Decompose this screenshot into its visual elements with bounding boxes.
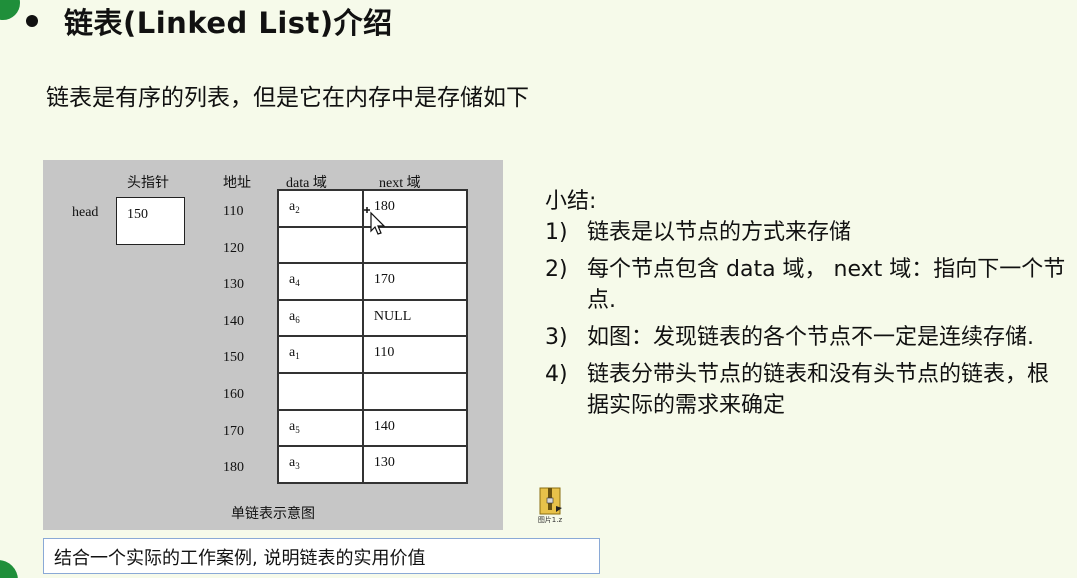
note-box: 结合一个实际的工作案例, 说明链表的实用价值	[43, 538, 600, 574]
memory-row	[277, 371, 469, 411]
summary-item-number: 2)	[545, 257, 568, 282]
head-pointer-box: 150	[116, 197, 185, 245]
summary-item: 1) 链表是以节点的方式来存储	[545, 217, 1070, 248]
summary-item-number: 4)	[545, 362, 568, 387]
data-cell: a1	[277, 335, 364, 374]
data-subscript: 3	[295, 461, 300, 472]
file-label[interactable]: 图片1.z	[530, 515, 570, 525]
memory-row: a5 140	[277, 408, 469, 448]
address-label-item: 150	[223, 350, 244, 366]
next-cell: 110	[361, 335, 469, 374]
data-cell: a6	[277, 298, 364, 338]
head-value: 150	[127, 207, 148, 222]
summary-item-number: 1)	[545, 220, 568, 245]
memory-row: a3 130	[277, 445, 469, 484]
summary-heading: 小结:	[545, 189, 597, 214]
data-cell	[277, 371, 364, 411]
mouse-cursor-icon	[364, 207, 385, 235]
bullet-icon	[26, 15, 38, 27]
data-cell	[277, 225, 364, 265]
next-cell: NULL	[361, 298, 469, 338]
data-subscript: 6	[295, 314, 300, 325]
address-label-item: 170	[223, 423, 244, 439]
memory-row: a4 170	[277, 262, 469, 301]
summary-item-text: 链表分带头节点的链表和没有头节点的链表，根据实际的需求来确定	[587, 362, 1050, 418]
title-row: 链表(Linked List)介绍	[26, 2, 393, 40]
next-cell: 130	[361, 445, 469, 484]
summary-item: 3) 如图：发现链表的各个节点不一定是连续存储.	[545, 322, 1070, 353]
address-label-item: 130	[223, 277, 244, 293]
summary-list: 1) 链表是以节点的方式来存储 2) 每个节点包含 data 域， next 域：指向…	[545, 217, 1070, 421]
diagram-caption: 单链表示意图	[231, 507, 315, 522]
address-label: 地址	[223, 176, 251, 191]
address-label-item: 160	[223, 387, 244, 402]
corner-decoration	[0, 0, 20, 20]
slide-title: 链表(Linked List)介绍	[64, 6, 393, 40]
data-subscript: 2	[295, 205, 300, 215]
next-cell: 140	[361, 408, 469, 448]
address-label-item: 120	[223, 240, 244, 256]
next-cell	[361, 371, 469, 411]
summary-section: 小结: 1) 链表是以节点的方式来存储 2) 每个节点包含 data 域， next …	[545, 186, 1070, 427]
data-cell: a3	[277, 445, 364, 484]
data-subscript: 4	[295, 278, 300, 289]
head-label: head	[72, 205, 99, 220]
linked-list-diagram: 头指针 地址 data 域 next 域 head 150 110 120 130 1…	[43, 160, 503, 530]
data-cell: a5	[277, 408, 364, 448]
next-cell: 170	[361, 262, 469, 301]
summary-item-text: 每个节点包含 data 域， next 域：指向下一个节点.	[587, 257, 1066, 313]
data-subscript: 1	[295, 351, 300, 362]
data-cell: a2	[277, 189, 364, 228]
intro-text: 链表是有序的列表，但是它在内存中是存储如下	[46, 85, 529, 111]
summary-item-text: 如图：发现链表的各个节点不一定是连续存储.	[587, 325, 1034, 350]
address-label-item: 110	[223, 204, 244, 219]
head-pointer-label: 头指针	[127, 176, 169, 191]
data-cell: a4	[277, 262, 364, 301]
memory-row: a6 NULL	[277, 298, 469, 338]
data-subscript: 5	[295, 424, 300, 435]
corner-decoration-bottom	[0, 560, 18, 578]
address-label-item: 140	[223, 313, 244, 329]
summary-item-text: 链表是以节点的方式来存储	[587, 220, 852, 245]
summary-item: 4) 链表分带头节点的链表和没有头节点的链表，根据实际的需求来确定	[545, 359, 1070, 421]
summary-item: 2) 每个节点包含 data 域， next 域：指向下一个节点.	[545, 254, 1070, 316]
summary-item-number: 3)	[545, 325, 568, 350]
memory-row: a1 110	[277, 335, 469, 374]
address-label-item: 180	[223, 460, 244, 476]
